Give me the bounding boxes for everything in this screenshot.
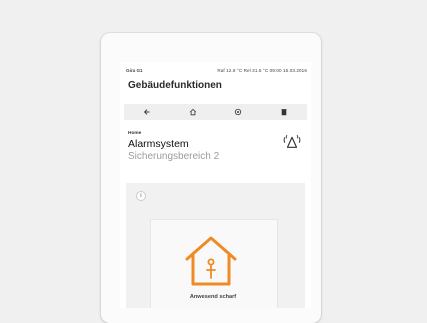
back-arrow-icon [143, 109, 150, 115]
breadcrumb: Home [128, 131, 142, 136]
delete-button[interactable] [275, 105, 293, 119]
status-info: Raf 12.8 °C Rel 31.5 °C 09:00 15.03.2016 [217, 67, 307, 73]
touch-screen: Gira G1 Raf 12.8 °C Rel 31.5 °C 09:00 15… [120, 62, 311, 308]
home-icon [189, 108, 196, 116]
toolbar [124, 104, 307, 120]
device-name: Gira G1 [126, 67, 143, 73]
settings-button[interactable] [229, 105, 247, 119]
page-title: Gebäudefunktionen [128, 80, 222, 91]
mode-label: Anwesend scharf [189, 294, 237, 300]
back-button[interactable] [138, 105, 156, 119]
settings-icon [235, 108, 242, 116]
function-title: Alarmsystem [128, 138, 189, 150]
function-subtitle: Sicherungsbereich 2 [128, 151, 220, 162]
home-button[interactable] [184, 105, 202, 119]
info-button[interactable]: i [136, 191, 146, 201]
trash-icon [281, 109, 287, 116]
house-person-icon [185, 236, 237, 286]
status-bar: Gira G1 Raf 12.8 °C Rel 31.5 °C 09:00 15… [126, 66, 307, 74]
alarm-bell-icon [283, 134, 301, 148]
